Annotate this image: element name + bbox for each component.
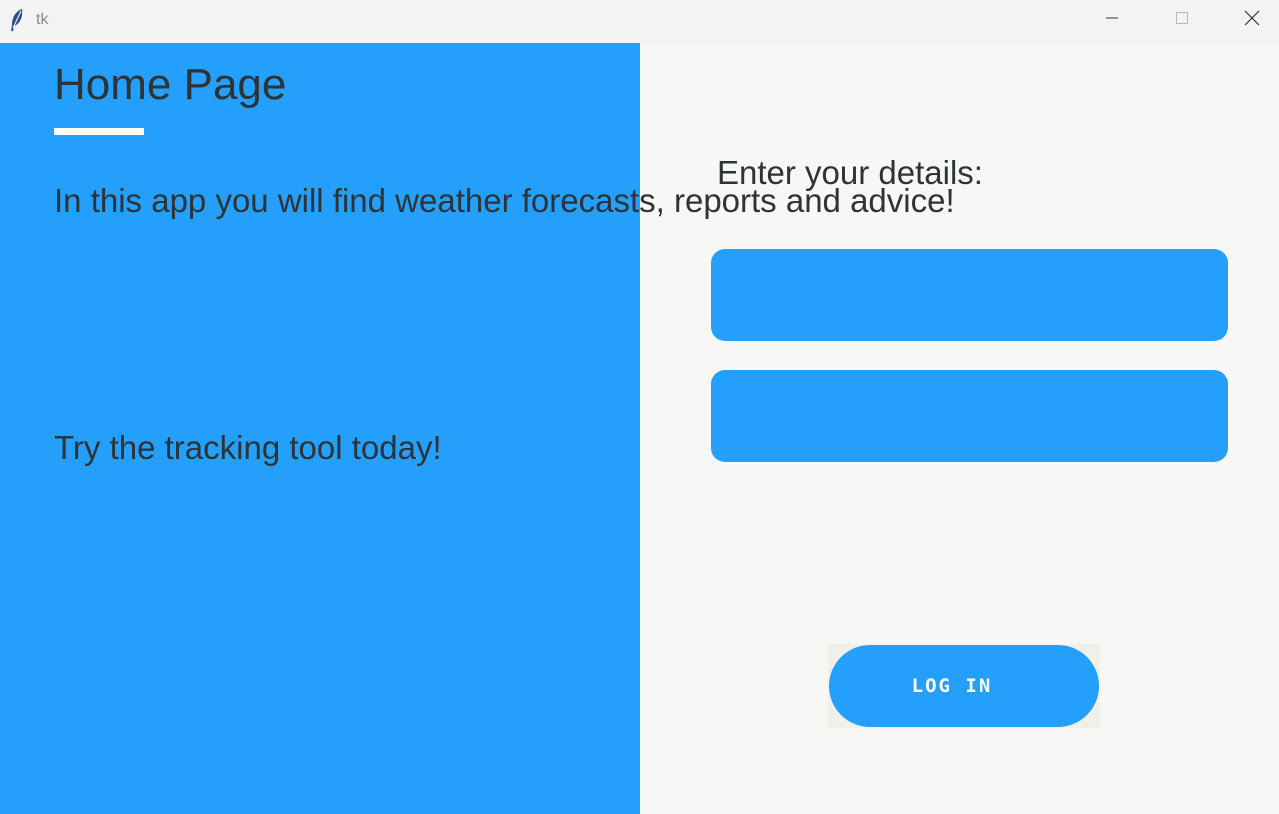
title-bar: tk	[0, 0, 1279, 43]
window-title: tk	[36, 11, 49, 28]
login-button[interactable]: LOG IN	[829, 645, 1099, 727]
close-button[interactable]	[1229, 0, 1275, 40]
feather-icon	[9, 8, 25, 32]
tracking-text: Try the tracking tool today!	[54, 429, 442, 466]
app-window: tk Home Page In this app you will find w…	[0, 0, 1279, 814]
page-title: Home Page	[54, 60, 287, 109]
maximize-button[interactable]	[1159, 0, 1205, 40]
intro-text: In this app you will find weather foreca…	[54, 182, 955, 219]
login-button-frame: LOG IN	[828, 644, 1100, 728]
close-icon	[1243, 9, 1261, 32]
password-field[interactable]	[711, 370, 1228, 462]
maximize-icon	[1174, 10, 1190, 31]
minimize-button[interactable]	[1089, 0, 1135, 40]
title-underline	[54, 128, 144, 135]
username-field[interactable]	[711, 249, 1228, 341]
minimize-icon	[1104, 10, 1120, 31]
